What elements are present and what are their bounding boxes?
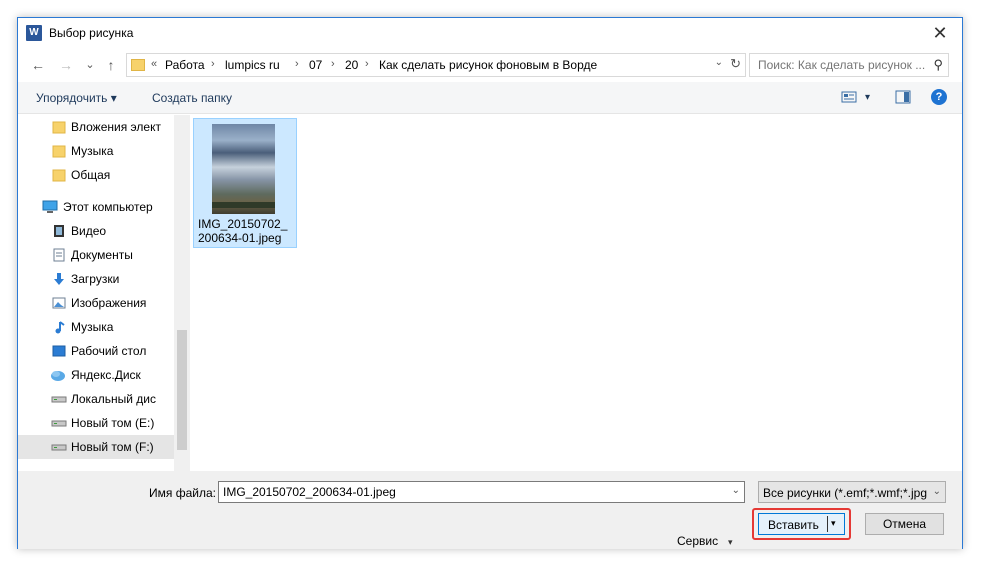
downloads-icon (52, 272, 66, 286)
chevron-right-icon[interactable]: › (365, 58, 369, 70)
file-name: IMG_20150702_200634-01.jpeg (198, 217, 288, 245)
sidebar-item-label: Новый том (F:) (71, 440, 154, 454)
chevron-right-icon[interactable]: › (331, 58, 335, 70)
new-folder-button[interactable]: Создать папку (152, 91, 232, 105)
filename-label: Имя файла: (149, 486, 216, 500)
folder-icon (52, 144, 66, 158)
breadcrumb-item[interactable]: 07 (309, 58, 322, 72)
music-icon (52, 320, 66, 334)
view-options-icon[interactable] (841, 90, 857, 104)
help-icon[interactable]: ? (931, 89, 947, 105)
sidebar-item-local-disk[interactable]: Локальный дис (18, 387, 174, 411)
window-title: Выбор рисунка (49, 26, 134, 40)
up-button[interactable]: ↑ (101, 56, 121, 74)
sidebar-item-yandex-disk[interactable]: Яндекс.Диск (18, 363, 174, 387)
file-dialog: W Выбор рисунка ✕ ← → ⌄ ↑ « Работа › lum… (17, 17, 963, 549)
search-box[interactable]: ⚲ (749, 53, 949, 77)
cancel-button[interactable]: Отмена (865, 513, 944, 535)
drive-icon (51, 416, 67, 430)
breadcrumb-item[interactable]: Работа (165, 58, 205, 72)
documents-icon (52, 248, 66, 262)
video-icon (52, 224, 66, 238)
sidebar-item-music[interactable]: Музыка (18, 315, 174, 339)
sidebar-item-label: Вложения элект (71, 120, 161, 134)
sidebar-item-documents[interactable]: Документы (18, 243, 174, 267)
sidebar-item-label: Музыка (71, 144, 114, 158)
sidebar-item-label: Рабочий стол (71, 344, 147, 358)
drive-icon (51, 392, 67, 406)
preview-pane-icon[interactable] (895, 90, 911, 104)
breadcrumb-item[interactable]: 20 (345, 58, 358, 72)
folder-icon (52, 168, 66, 182)
chevron-down-icon[interactable]: ⌄ (715, 57, 723, 68)
sidebar-item-label: Видео (71, 224, 107, 238)
pictures-icon (52, 296, 66, 310)
sidebar-item-volume-f[interactable]: Новый том (F:) (18, 435, 174, 459)
file-type-value: Все рисунки (*.emf;*.wmf;*.jpg (763, 486, 927, 500)
sidebar-item-video[interactable]: Видео (18, 219, 174, 243)
filename-combobox[interactable]: ⌄ (218, 481, 745, 503)
insert-button[interactable]: Вставить ▾ (758, 513, 845, 535)
sidebar-item-label: Локальный дис (71, 392, 156, 406)
chevron-right-icon[interactable]: › (211, 58, 215, 70)
chevron-right-icon[interactable]: › (295, 58, 299, 70)
chevron-down-icon[interactable]: ⌄ (933, 486, 941, 497)
sidebar-item-label: Музыка (71, 320, 114, 334)
organize-button[interactable]: Упорядочить ▾ (36, 91, 117, 105)
sidebar-item-shared[interactable]: Общая (18, 163, 174, 187)
desktop-icon (52, 344, 66, 358)
sidebar-item-label: Загрузки (71, 272, 120, 286)
file-type-filter[interactable]: Все рисунки (*.emf;*.wmf;*.jpg ⌄ (758, 481, 946, 503)
computer-icon (42, 200, 58, 214)
breadcrumb-overflow[interactable]: « (151, 58, 157, 70)
image-thumbnail (212, 124, 275, 214)
tools-dropdown-icon[interactable]: ▾ (728, 537, 733, 548)
forward-button[interactable]: → (56, 56, 76, 74)
breadcrumb-item[interactable]: Как сделать рисунок фоновым в Ворде (379, 58, 597, 72)
recent-locations-button[interactable]: ⌄ (80, 56, 100, 74)
sidebar-item-volume-e[interactable]: Новый том (E:) (18, 411, 174, 435)
tools-button[interactable]: Сервис (677, 534, 718, 548)
folder-icon (131, 59, 145, 71)
folder-icon (52, 120, 66, 134)
sidebar-item-music-folder[interactable]: Музыка (18, 139, 174, 163)
refresh-icon[interactable]: ↻ (730, 56, 741, 72)
scrollbar-thumb[interactable] (177, 330, 187, 450)
address-row: ← → ⌄ ↑ « Работа › lumpics ru › 07 › 20 … (18, 48, 962, 82)
navigation-pane: Вложения элект Музыка Общая Этот компьют… (18, 115, 174, 471)
sidebar-item-label: Изображения (71, 296, 147, 310)
file-list: IMG_20150702_200634-01.jpeg (190, 115, 962, 471)
sidebar-item-this-pc[interactable]: Этот компьютер (18, 195, 174, 219)
search-input[interactable] (750, 54, 926, 76)
sidebar-item-pictures[interactable]: Изображения (18, 291, 174, 315)
sidebar-item-label: Этот компьютер (63, 200, 153, 214)
drive-icon (51, 440, 67, 454)
insert-button-label: Вставить (768, 518, 819, 532)
breadcrumb-item[interactable]: lumpics ru (225, 58, 280, 72)
thumbnail-treeline (212, 202, 275, 208)
file-item[interactable]: IMG_20150702_200634-01.jpeg (193, 118, 297, 248)
search-icon[interactable]: ⚲ (933, 57, 943, 73)
close-button[interactable]: ✕ (918, 18, 962, 48)
yandex-disk-icon (50, 368, 65, 382)
address-bar[interactable]: « Работа › lumpics ru › 07 › 20 › Как сд… (126, 53, 746, 77)
sidebar-item-attachments[interactable]: Вложения элект (18, 115, 174, 139)
sidebar-scrollbar[interactable] (174, 115, 190, 471)
sidebar-item-label: Общая (71, 168, 111, 182)
word-app-icon: W (26, 25, 42, 41)
title-bar: W Выбор рисунка ✕ (18, 18, 962, 48)
sidebar-item-label: Документы (71, 248, 133, 262)
filename-input[interactable] (219, 482, 724, 502)
sidebar-item-downloads[interactable]: Загрузки (18, 267, 174, 291)
chevron-down-icon[interactable]: ⌄ (732, 485, 740, 496)
sidebar-item-desktop[interactable]: Рабочий стол (18, 339, 174, 363)
sidebar-item-label: Новый том (E:) (71, 416, 155, 430)
split-divider (827, 516, 828, 532)
view-dropdown-button[interactable]: ▾ (865, 92, 870, 103)
sidebar-item-label: Яндекс.Диск (71, 368, 141, 382)
insert-dropdown-icon[interactable]: ▾ (831, 518, 836, 529)
command-bar: Упорядочить ▾ Создать папку ▾ ? (18, 82, 962, 114)
back-button[interactable]: ← (28, 56, 48, 74)
